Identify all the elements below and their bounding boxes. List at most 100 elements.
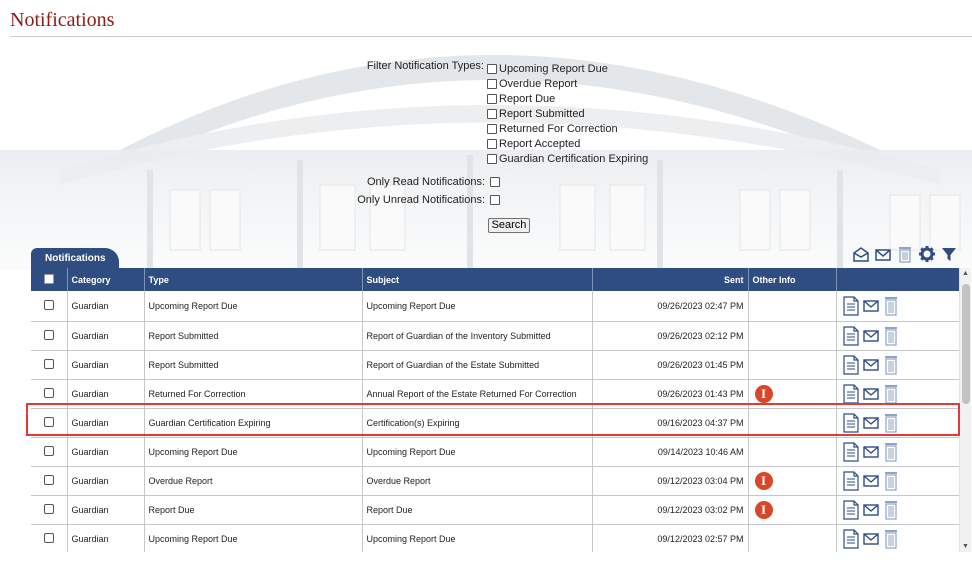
mail-icon[interactable] [862, 299, 879, 313]
mail-icon[interactable] [862, 445, 879, 459]
filter-icon[interactable] [940, 245, 958, 263]
table-row[interactable]: Guardian Guardian Certification Expiring C… [31, 408, 960, 438]
document-icon[interactable] [842, 412, 859, 433]
filter-type-option[interactable]: Upcoming Report Due [487, 61, 648, 76]
subject-cell[interactable]: Report Due [362, 495, 593, 525]
document-icon[interactable] [842, 499, 859, 520]
table-row[interactable]: Guardian Report Submitted Report of Guardi… [31, 321, 960, 351]
actions-cell [836, 321, 960, 351]
table-row[interactable]: Guardian Report Due Report Due 09/12/2023 0… [31, 495, 960, 525]
mail-icon[interactable] [862, 416, 879, 430]
sent-cell: 09/26/2023 02:47 PM [592, 291, 749, 322]
document-icon[interactable] [842, 528, 859, 549]
subject-cell[interactable]: Certification(s) Expiring [362, 408, 593, 438]
table-row[interactable]: Guardian Overdue Report Overdue Report 09/1… [31, 466, 960, 496]
filter-types-label: Filter Notification Types: [366, 60, 484, 72]
column-header-other-info[interactable]: Other Info [748, 268, 837, 291]
mail-icon[interactable] [862, 329, 879, 343]
mark-read-icon[interactable] [852, 245, 870, 263]
trash-icon[interactable] [883, 384, 899, 404]
scroll-down-arrow[interactable]: ▼ [962, 543, 969, 550]
tab-notifications[interactable]: Notifications [31, 248, 119, 268]
document-icon[interactable] [842, 383, 859, 404]
row-select-checkbox[interactable] [43, 416, 54, 427]
filter-type-option[interactable]: Returned For Correction [487, 121, 648, 136]
trash-icon[interactable] [883, 326, 899, 346]
document-icon[interactable] [842, 441, 859, 462]
trash-icon[interactable] [883, 471, 899, 491]
category-cell: Guardian [67, 524, 145, 552]
subject-cell[interactable]: Report of Guardian of the Inventory Subm… [362, 321, 593, 351]
row-select-checkbox[interactable] [43, 387, 54, 398]
mail-icon[interactable] [862, 474, 879, 488]
subject-cell[interactable]: Upcoming Report Due [362, 291, 593, 322]
select-all-checkbox[interactable] [43, 273, 54, 284]
table-row[interactable]: Guardian Upcoming Report Due Upcoming Repo… [31, 291, 960, 322]
filter-type-option[interactable]: Guardian Certification Expiring [487, 151, 648, 166]
subject-cell[interactable]: Overdue Report [362, 466, 593, 496]
filter-type-option[interactable]: Report Due [487, 91, 648, 106]
only-read-label: Only Read Notifications: [367, 176, 485, 188]
scroll-up-arrow[interactable]: ▲ [962, 270, 969, 277]
mail-icon[interactable] [874, 245, 892, 263]
row-select-checkbox[interactable] [43, 299, 54, 310]
other-info-cell [748, 437, 837, 467]
column-header-category[interactable]: Category [67, 268, 145, 291]
info-icon[interactable]: I [754, 500, 773, 519]
filter-type-option[interactable]: Report Submitted [487, 106, 648, 121]
column-header-subject[interactable]: Subject [362, 268, 593, 291]
filter-type-checkbox[interactable] [487, 63, 497, 74]
subject-cell[interactable]: Upcoming Report Due [362, 437, 593, 467]
filter-type-checkbox[interactable] [487, 153, 497, 164]
trash-icon[interactable] [883, 500, 899, 520]
filter-type-label: Overdue Report [499, 77, 578, 90]
mail-icon[interactable] [862, 503, 879, 517]
filter-type-label: Report Accepted [499, 137, 581, 150]
subject-cell[interactable]: Report of Guardian of the Estate Submitt… [362, 350, 593, 380]
row-select-checkbox[interactable] [43, 445, 54, 456]
trash-icon[interactable] [883, 413, 899, 433]
row-select-checkbox[interactable] [43, 329, 54, 340]
row-select-checkbox[interactable] [43, 503, 54, 514]
gear-icon[interactable] [918, 245, 936, 263]
scroll-thumb[interactable] [962, 284, 970, 404]
table-row[interactable]: Guardian Report Submitted Report of Guardi… [31, 350, 960, 380]
filter-type-option[interactable]: Report Accepted [487, 136, 648, 151]
mail-icon[interactable] [862, 387, 879, 401]
only-unread-checkbox[interactable] [490, 195, 500, 205]
document-icon[interactable] [842, 325, 859, 346]
table-row[interactable]: Guardian Returned For Correction Annual Re… [31, 379, 960, 409]
info-icon[interactable]: I [754, 471, 773, 490]
trash-icon[interactable] [896, 245, 914, 263]
trash-icon[interactable] [883, 296, 899, 316]
row-select-checkbox[interactable] [43, 532, 54, 543]
filter-type-option[interactable]: Overdue Report [487, 76, 648, 91]
mail-icon[interactable] [862, 358, 879, 372]
document-icon[interactable] [842, 296, 859, 316]
document-icon[interactable] [842, 354, 859, 375]
filter-type-checkbox[interactable] [487, 123, 497, 134]
filter-type-checkbox[interactable] [487, 138, 497, 149]
mail-icon[interactable] [862, 532, 879, 546]
document-icon[interactable] [842, 470, 859, 491]
info-icon[interactable]: I [754, 384, 773, 403]
subject-cell[interactable]: Upcoming Report Due [362, 524, 593, 552]
trash-icon[interactable] [883, 442, 899, 462]
column-header-sent[interactable]: Sent [592, 268, 749, 291]
search-button[interactable]: Search [488, 218, 530, 233]
filter-type-checkbox[interactable] [487, 108, 497, 119]
row-select-checkbox[interactable] [43, 474, 54, 485]
table-row[interactable]: Guardian Upcoming Report Due Upcoming Repo… [31, 524, 960, 552]
filter-type-checkbox[interactable] [487, 78, 497, 89]
category-cell: Guardian [67, 437, 145, 467]
column-header-type[interactable]: Type [144, 268, 363, 291]
grid-scrollbar[interactable]: ▲ ▼ [959, 268, 971, 552]
subject-cell[interactable]: Annual Report of the Estate Returned For… [362, 379, 593, 409]
filter-type-checkbox[interactable] [487, 93, 497, 104]
sent-cell: 09/26/2023 01:45 PM [592, 350, 749, 380]
trash-icon[interactable] [883, 529, 899, 549]
only-read-checkbox[interactable] [490, 177, 500, 187]
row-select-checkbox[interactable] [43, 358, 54, 369]
table-row[interactable]: Guardian Upcoming Report Due Upcoming Repo… [31, 437, 960, 467]
trash-icon[interactable] [883, 355, 899, 375]
